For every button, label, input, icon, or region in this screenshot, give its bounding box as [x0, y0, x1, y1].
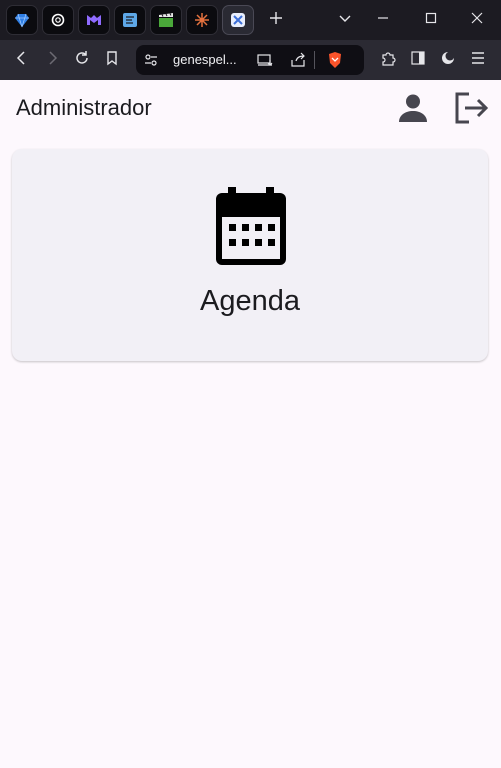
brave-shields-icon[interactable] — [326, 51, 344, 69]
tab-openai[interactable] — [42, 5, 74, 35]
reload-icon — [74, 50, 90, 71]
app-header: Administrador — [0, 80, 501, 140]
tab-starburst[interactable] — [186, 5, 218, 35]
tab-document-app[interactable] — [114, 5, 146, 35]
m-logo-icon — [86, 12, 102, 28]
arrow-right-icon — [44, 50, 60, 71]
sidebar-button[interactable] — [407, 49, 429, 71]
agenda-card[interactable]: Agenda — [12, 149, 488, 361]
starburst-icon — [194, 12, 210, 28]
close-window-button[interactable] — [464, 8, 490, 32]
profile-button[interactable] — [393, 90, 433, 130]
document-app-icon — [122, 12, 138, 28]
extensions-button[interactable] — [377, 49, 399, 71]
tab-clapperboard[interactable] — [150, 5, 182, 35]
logout-icon — [452, 90, 489, 131]
gem-icon — [14, 12, 30, 28]
address-bar[interactable]: genespel... — [136, 45, 364, 75]
plus-icon — [269, 11, 283, 30]
tab-tools[interactable] — [222, 5, 254, 35]
forward-button[interactable] — [41, 49, 63, 71]
new-tab-button[interactable] — [265, 8, 287, 32]
chevron-down-icon — [338, 11, 352, 30]
calendar-icon — [216, 187, 286, 265]
browser-tab-bar — [0, 0, 501, 40]
share-icon[interactable] — [289, 51, 307, 69]
browser-toolbar: genespel... — [0, 40, 501, 80]
crescent-icon — [440, 50, 456, 71]
close-icon — [470, 11, 484, 30]
person-icon — [397, 92, 429, 129]
tab-gem[interactable] — [6, 5, 38, 35]
address-bar-url: genespel... — [173, 52, 237, 67]
address-bar-separator — [314, 51, 315, 69]
install-app-icon[interactable] — [256, 51, 274, 69]
minimize-icon — [376, 11, 390, 30]
site-settings-icon[interactable] — [142, 51, 160, 69]
tools-icon — [230, 12, 246, 28]
agenda-label: Agenda — [200, 285, 300, 317]
arrow-left-icon — [14, 50, 30, 71]
openai-icon — [50, 12, 66, 28]
back-button[interactable] — [11, 49, 33, 71]
bookmark-button[interactable] — [101, 49, 123, 71]
maximize-icon — [424, 11, 438, 30]
reload-button[interactable] — [71, 49, 93, 71]
menu-button[interactable] — [467, 49, 489, 71]
sidebar-icon — [410, 50, 426, 71]
clapperboard-icon — [158, 12, 174, 28]
tab-list-button[interactable] — [332, 8, 358, 32]
hamburger-menu-icon — [470, 50, 486, 71]
minimize-button[interactable] — [370, 8, 396, 32]
bookmark-icon — [104, 50, 120, 71]
leo-ai-button[interactable] — [437, 49, 459, 71]
puzzle-icon — [380, 50, 396, 71]
maximize-button[interactable] — [418, 8, 444, 32]
tab-m-logo[interactable] — [78, 5, 110, 35]
logout-button[interactable] — [450, 90, 490, 130]
page-title: Administrador — [16, 95, 152, 120]
